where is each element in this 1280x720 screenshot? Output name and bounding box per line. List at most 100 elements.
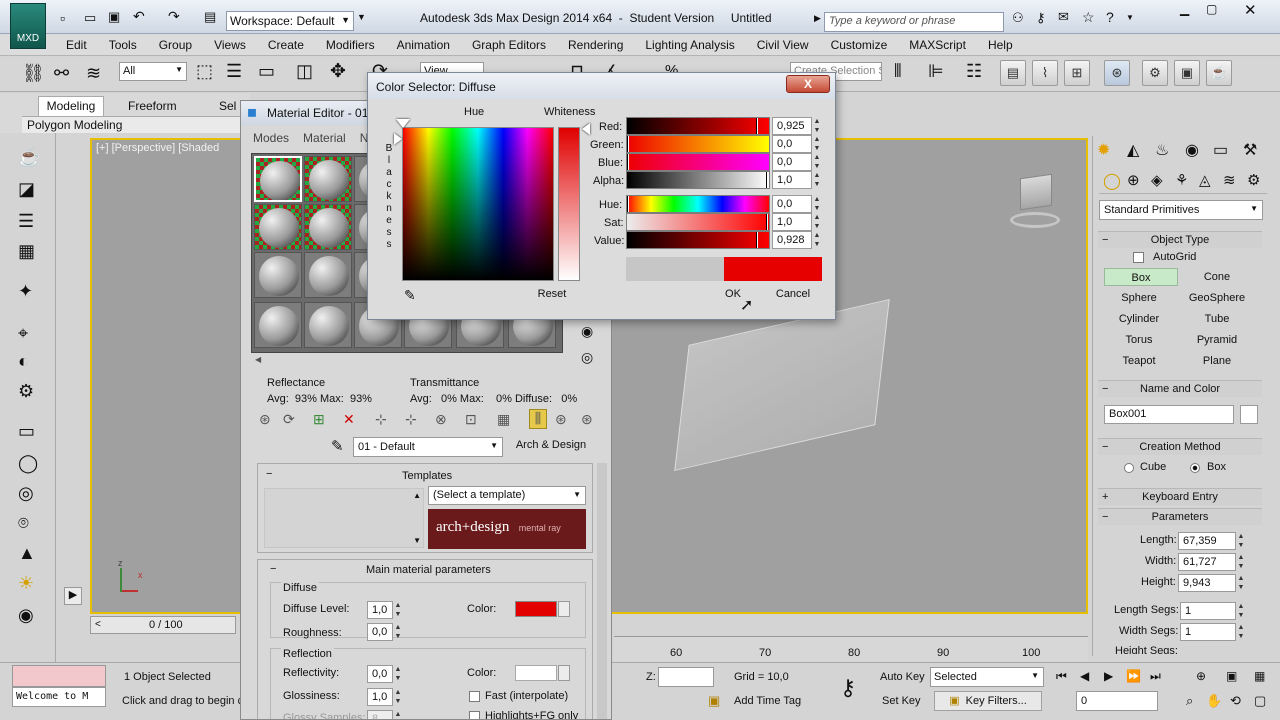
field-of-view-icon[interactable]: ▦ <box>1254 669 1265 683</box>
binoculars-icon[interactable]: ⚇ <box>1012 10 1024 26</box>
length-spinner[interactable]: ▲ ▼ <box>1236 532 1246 550</box>
next-frame-icon[interactable]: ⏩ <box>1126 669 1141 683</box>
new-icon[interactable]: ▫ <box>60 10 65 26</box>
grid-icon[interactable]: ▦ <box>18 241 35 262</box>
menu-graph-editors[interactable]: Graph Editors <box>472 38 546 52</box>
tab-modeling[interactable]: Modeling <box>38 96 104 116</box>
play-icon[interactable]: ▶ <box>1104 669 1113 683</box>
spacewarps-icon[interactable]: ≋ <box>1223 171 1236 189</box>
whiteness-marker[interactable] <box>582 123 590 135</box>
motion-tab-icon[interactable]: ◉ <box>1185 140 1199 160</box>
reset-button[interactable]: Reset <box>522 285 582 306</box>
plane-icon[interactable]: ▭ <box>18 421 35 442</box>
reflection-map-button[interactable] <box>558 665 570 681</box>
select-object-icon[interactable]: ⬚ <box>196 61 213 82</box>
track-bar[interactable]: 60 70 80 90 100 <box>614 636 1088 662</box>
value-slider[interactable] <box>626 231 770 249</box>
template-list[interactable]: ▲ ▼ <box>264 488 424 548</box>
red-slider[interactable] <box>626 117 770 135</box>
glossy-samples-spinner[interactable]: ▲▼ <box>393 710 403 719</box>
time-tag-icon[interactable]: ▣ <box>708 693 720 709</box>
length-input[interactable]: 67,359 <box>1178 532 1236 550</box>
menu-create[interactable]: Create <box>268 38 304 52</box>
menu-civil-view[interactable]: Civil View <box>757 38 809 52</box>
material-editor-icon[interactable]: ⊛ <box>1104 60 1130 86</box>
pyramid-button[interactable]: Pyramid <box>1180 331 1254 349</box>
hierarchy-tab-icon[interactable]: ♨ <box>1155 140 1169 160</box>
eyedropper-icon[interactable]: ✎ <box>404 287 416 304</box>
hue-slider[interactable] <box>626 195 770 213</box>
glossy-samples-input[interactable]: 8 <box>367 710 393 719</box>
object-name-input[interactable]: Box001 <box>1104 405 1234 424</box>
eyedropper-icon[interactable]: ✎ <box>331 437 344 455</box>
maxscript-listener[interactable]: Welcome to M <box>12 687 106 707</box>
parameters-rollout[interactable]: − Parameters <box>1098 508 1262 525</box>
value-spinner[interactable]: ▲ ▼ <box>812 231 822 249</box>
diffuse-level-spinner[interactable]: ▲ ▼ <box>393 601 403 619</box>
diffuse-color-swatch[interactable] <box>515 601 557 617</box>
scroll-down-icon[interactable]: ▼ <box>413 536 421 545</box>
create-tab-icon[interactable]: ✹ <box>1097 140 1110 160</box>
color-selector-titlebar[interactable]: Color Selector: Diffuse X <box>368 73 835 99</box>
sample-slot-7[interactable] <box>254 252 302 298</box>
blue-input[interactable]: 0,0 <box>772 153 812 171</box>
menu-edit[interactable]: Edit <box>66 38 87 52</box>
time-config-icon[interactable]: ⊕ <box>1196 669 1206 683</box>
helper-icon[interactable]: ⌖ <box>18 323 28 344</box>
teapot-icon[interactable]: ☕ <box>18 147 40 168</box>
menu-views[interactable]: Views <box>214 38 246 52</box>
layer-manager-icon[interactable]: ☷ <box>966 61 982 82</box>
template-dropdown[interactable]: (Select a template) ▼ <box>428 486 586 505</box>
orbit-icon[interactable]: ⟲ <box>1230 693 1241 709</box>
hue-input[interactable]: 0,0 <box>772 195 812 213</box>
put-to-library-icon[interactable]: ⊹ <box>405 411 417 428</box>
set-key-icon[interactable]: ⚷ <box>840 675 856 701</box>
name-and-color-rollout[interactable]: − Name and Color <box>1098 380 1262 397</box>
green-slider[interactable] <box>626 135 770 153</box>
blue-spinner[interactable]: ▲ ▼ <box>812 153 822 171</box>
maxscript-listener-pink[interactable] <box>12 665 106 687</box>
green-input[interactable]: 0,0 <box>772 135 812 153</box>
key-icon[interactable]: ⚷ <box>1036 10 1046 26</box>
box-radio[interactable] <box>1190 463 1200 473</box>
cone-icon[interactable]: ▲ <box>18 543 36 564</box>
menu-rendering[interactable]: Rendering <box>568 38 623 52</box>
sample-slot-8[interactable] <box>304 252 352 298</box>
menu-help[interactable]: Help <box>988 38 1013 52</box>
utilities-tab-icon[interactable]: ⚒ <box>1243 140 1257 160</box>
geosphere-button[interactable]: GeoSphere <box>1180 289 1254 307</box>
sample-slot-4[interactable] <box>254 204 302 250</box>
select-by-name-icon[interactable]: ☰ <box>226 61 242 82</box>
category-dropdown[interactable]: Standard Primitives ▼ <box>1099 200 1263 220</box>
curve-editor-icon[interactable]: ⌇ <box>1032 60 1058 86</box>
mirror-icon[interactable]: ⫴ <box>894 61 902 82</box>
backlight-icon[interactable]: ◎ <box>581 349 593 366</box>
material-name-dropdown[interactable]: 01 - Default ▼ <box>353 437 503 457</box>
plane-button[interactable]: Plane <box>1180 352 1254 370</box>
globe-icon[interactable]: ◉ <box>18 605 34 626</box>
close-icon[interactable]: ✕ <box>1244 1 1257 19</box>
help-dropdown-icon[interactable]: ▼ <box>1126 13 1134 22</box>
whiteness-bar[interactable] <box>558 127 580 281</box>
project-icon[interactable]: ▤ <box>204 9 216 25</box>
time-slider-prev[interactable]: < <box>95 619 101 630</box>
communication-icon[interactable]: ✉ <box>1058 9 1069 25</box>
green-spinner[interactable]: ▲ ▼ <box>812 135 822 153</box>
menu-customize[interactable]: Customize <box>831 38 888 52</box>
menu-modes[interactable]: Modes <box>253 128 289 148</box>
set-key-button[interactable]: Set Key <box>882 695 921 707</box>
new-color-swatch[interactable] <box>724 257 822 281</box>
go-to-start-icon[interactable]: ⏮ <box>1056 669 1067 684</box>
zoom-extents-icon[interactable]: ▣ <box>1226 669 1237 683</box>
rendered-frame-icon[interactable]: ▣ <box>1174 60 1200 86</box>
link-icon[interactable]: ⛓ <box>22 63 45 84</box>
torus-button[interactable]: Torus <box>1102 331 1176 349</box>
red-spinner[interactable]: ▲ ▼ <box>812 117 822 135</box>
width-segs-spinner[interactable]: ▲ ▼ <box>1236 623 1246 641</box>
systems-icon[interactable]: ⚙ <box>1247 171 1260 189</box>
maximize-icon[interactable]: ▢ <box>1206 2 1217 16</box>
menu-animation[interactable]: Animation <box>397 38 450 52</box>
menu-material[interactable]: Material <box>303 128 346 148</box>
show-end-result-icon[interactable]: ▦ <box>497 411 510 428</box>
schematic-view-icon[interactable]: ⊞ <box>1064 60 1090 86</box>
